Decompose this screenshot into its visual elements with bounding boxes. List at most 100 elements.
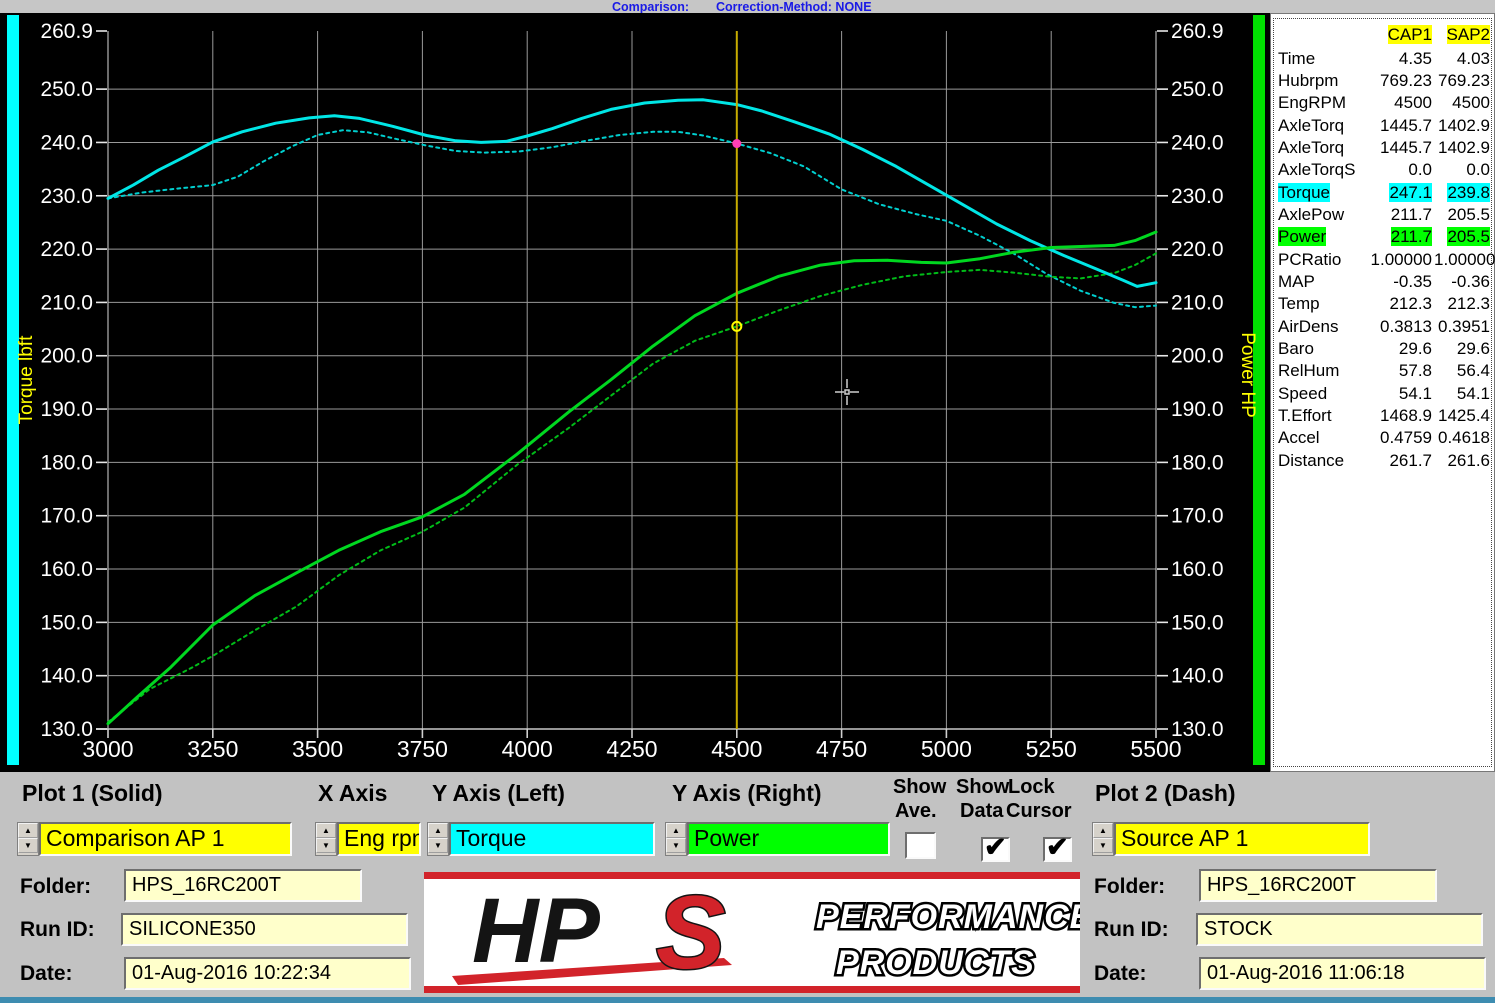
spinner-down-icon[interactable]: ▼ bbox=[1093, 838, 1113, 853]
runid-field-left[interactable]: SILICONE350 bbox=[121, 913, 408, 946]
row-value-sap2: 239.8 bbox=[1434, 183, 1490, 203]
row-value-cap1: 54.1 bbox=[1358, 384, 1432, 404]
date-field-left[interactable]: 01-Aug-2016 10:22:34 bbox=[124, 957, 411, 990]
runid-label-right: Run ID: bbox=[1094, 918, 1169, 942]
row-value-sap2: 0.4618 bbox=[1434, 428, 1490, 448]
bottom-edge-strip bbox=[0, 997, 1495, 1003]
row-value-sap2: 1402.9 bbox=[1434, 116, 1490, 136]
table-row: Time4.354.03 bbox=[1274, 49, 1491, 71]
row-label: Torque bbox=[1278, 183, 1330, 203]
dyno-chart[interactable]: 260.9260.9250.0250.0240.0240.0230.0230.0… bbox=[0, 13, 1270, 772]
row-label: RelHum bbox=[1278, 361, 1339, 381]
mouse-crosshair-cursor bbox=[835, 379, 859, 405]
spinner-up-icon[interactable]: ▲ bbox=[316, 823, 336, 838]
row-label: MAP bbox=[1278, 272, 1315, 292]
row-value-cap1: 247.1 bbox=[1358, 183, 1432, 203]
table-row: Baro29.629.6 bbox=[1274, 339, 1491, 361]
chart-area: 260.9260.9250.0250.0240.0240.0230.0230.0… bbox=[0, 13, 1270, 772]
row-value-cap1: 1468.9 bbox=[1358, 406, 1432, 426]
show-ave-checkbox[interactable] bbox=[905, 832, 936, 859]
show-data-label-2: Data bbox=[960, 800, 1003, 823]
row-label: AirDens bbox=[1278, 317, 1338, 337]
row-label: EngRPM bbox=[1278, 93, 1346, 113]
row-value-cap1: 769.23 bbox=[1358, 71, 1432, 91]
row-value-sap2: 0.0 bbox=[1434, 160, 1490, 180]
xaxis-spinner[interactable]: ▲ ▼ bbox=[315, 822, 337, 856]
spinner-up-icon[interactable]: ▲ bbox=[18, 823, 38, 838]
runid-field-right[interactable]: STOCK bbox=[1196, 913, 1483, 946]
spinner-up-icon[interactable]: ▲ bbox=[428, 823, 448, 838]
table-header-row: CAP1SAP2 bbox=[1274, 25, 1491, 47]
row-value-cap1: 4.35 bbox=[1358, 49, 1432, 69]
yright-spinner[interactable]: ▲ ▼ bbox=[665, 822, 687, 856]
comparison-label: Comparison: bbox=[612, 0, 689, 14]
x-tick-label: 3500 bbox=[292, 736, 343, 762]
spinner-down-icon[interactable]: ▼ bbox=[18, 838, 38, 853]
row-label: Speed bbox=[1278, 384, 1327, 404]
y-tick-label-left: 140.0 bbox=[40, 665, 93, 688]
col-header-sap2: SAP2 bbox=[1434, 25, 1490, 45]
plot2-spinner[interactable]: ▲ ▼ bbox=[1092, 822, 1114, 856]
y-tick-label-right: 190.0 bbox=[1171, 398, 1224, 421]
y-tick-label-left: 210.0 bbox=[40, 291, 93, 314]
row-value-cap1: 1445.7 bbox=[1358, 138, 1432, 158]
y-tick-label-left: 150.0 bbox=[40, 611, 93, 634]
show-data-checkbox[interactable]: ✔ bbox=[981, 837, 1010, 862]
lock-cursor-label-1: Lock bbox=[1008, 776, 1055, 799]
y-tick-label-left: 250.0 bbox=[40, 78, 93, 101]
y-tick-label-left: 180.0 bbox=[40, 451, 93, 474]
table-row: AirDens0.38130.3951 bbox=[1274, 317, 1491, 339]
row-value-sap2: 54.1 bbox=[1434, 384, 1490, 404]
row-value-sap2: 29.6 bbox=[1434, 339, 1490, 359]
y-tick-label-right: 180.0 bbox=[1171, 451, 1224, 474]
dyno-app-window: Comparison: Correction-Method: NONE 260.… bbox=[0, 0, 1495, 1003]
spinner-down-icon[interactable]: ▼ bbox=[666, 838, 686, 853]
y-tick-label-left: 230.0 bbox=[40, 185, 93, 208]
yleft-spinner[interactable]: ▲ ▼ bbox=[427, 822, 449, 856]
row-value-cap1: 0.0 bbox=[1358, 160, 1432, 180]
row-label: Distance bbox=[1278, 451, 1344, 471]
x-tick-label: 4500 bbox=[711, 736, 762, 762]
plot2-select[interactable]: Source AP 1 bbox=[1114, 822, 1370, 856]
logo-hp-text: HP bbox=[472, 880, 600, 982]
row-value-cap1: 261.7 bbox=[1358, 451, 1432, 471]
y-tick-label-left: 260.9 bbox=[40, 20, 93, 43]
plot1-select[interactable]: Comparison AP 1 bbox=[39, 822, 292, 856]
spinner-up-icon[interactable]: ▲ bbox=[666, 823, 686, 838]
x-tick-label: 5250 bbox=[1026, 736, 1077, 762]
spinner-up-icon[interactable]: ▲ bbox=[1093, 823, 1113, 838]
hps-logo: HP S PERFORMANCE PRODUCTS bbox=[424, 872, 1080, 993]
table-row: T.Effort1468.91425.4 bbox=[1274, 406, 1491, 428]
row-value-sap2: -0.36 bbox=[1434, 272, 1490, 292]
row-value-cap1: 4500 bbox=[1358, 93, 1432, 113]
yaxis-left-select[interactable]: Torque bbox=[449, 822, 655, 856]
lock-cursor-checkbox[interactable]: ✔ bbox=[1043, 837, 1072, 862]
row-label: Time bbox=[1278, 49, 1315, 69]
folder-field-right[interactable]: HPS_16RC200T bbox=[1199, 869, 1437, 902]
xaxis-select[interactable]: Eng rpm bbox=[337, 822, 421, 856]
runid-label-left: Run ID: bbox=[20, 918, 95, 942]
row-value-sap2: 769.23 bbox=[1434, 71, 1490, 91]
yaxis-right-select[interactable]: Power bbox=[687, 822, 890, 856]
spinner-down-icon[interactable]: ▼ bbox=[428, 838, 448, 853]
row-value-sap2: 261.6 bbox=[1434, 451, 1490, 471]
cursor-marker-dot bbox=[732, 139, 741, 148]
spinner-down-icon[interactable]: ▼ bbox=[316, 838, 336, 853]
plot2-label: Plot 2 (Dash) bbox=[1095, 780, 1236, 807]
row-label: AxleTorq bbox=[1278, 116, 1344, 136]
table-row: Hubrpm769.23769.23 bbox=[1274, 71, 1491, 93]
yleft-label: Y Axis (Left) bbox=[432, 780, 565, 807]
plot1-spinner[interactable]: ▲ ▼ bbox=[17, 822, 39, 856]
y-tick-label-right: 170.0 bbox=[1171, 505, 1224, 528]
table-row: AxleTorqS0.00.0 bbox=[1274, 160, 1491, 182]
row-value-cap1: 211.7 bbox=[1358, 205, 1432, 225]
y-tick-label-left: 240.0 bbox=[40, 131, 93, 154]
x-tick-label: 5500 bbox=[1130, 736, 1181, 762]
row-value-cap1: 57.8 bbox=[1358, 361, 1432, 381]
folder-label-right: Folder: bbox=[1094, 875, 1165, 899]
y-tick-label-right: 140.0 bbox=[1171, 665, 1224, 688]
y-tick-label-right: 260.9 bbox=[1171, 20, 1224, 43]
date-field-right[interactable]: 01-Aug-2016 11:06:18 bbox=[1199, 957, 1486, 990]
folder-field-left[interactable]: HPS_16RC200T bbox=[124, 869, 362, 902]
y-tick-label-right: 150.0 bbox=[1171, 611, 1224, 634]
